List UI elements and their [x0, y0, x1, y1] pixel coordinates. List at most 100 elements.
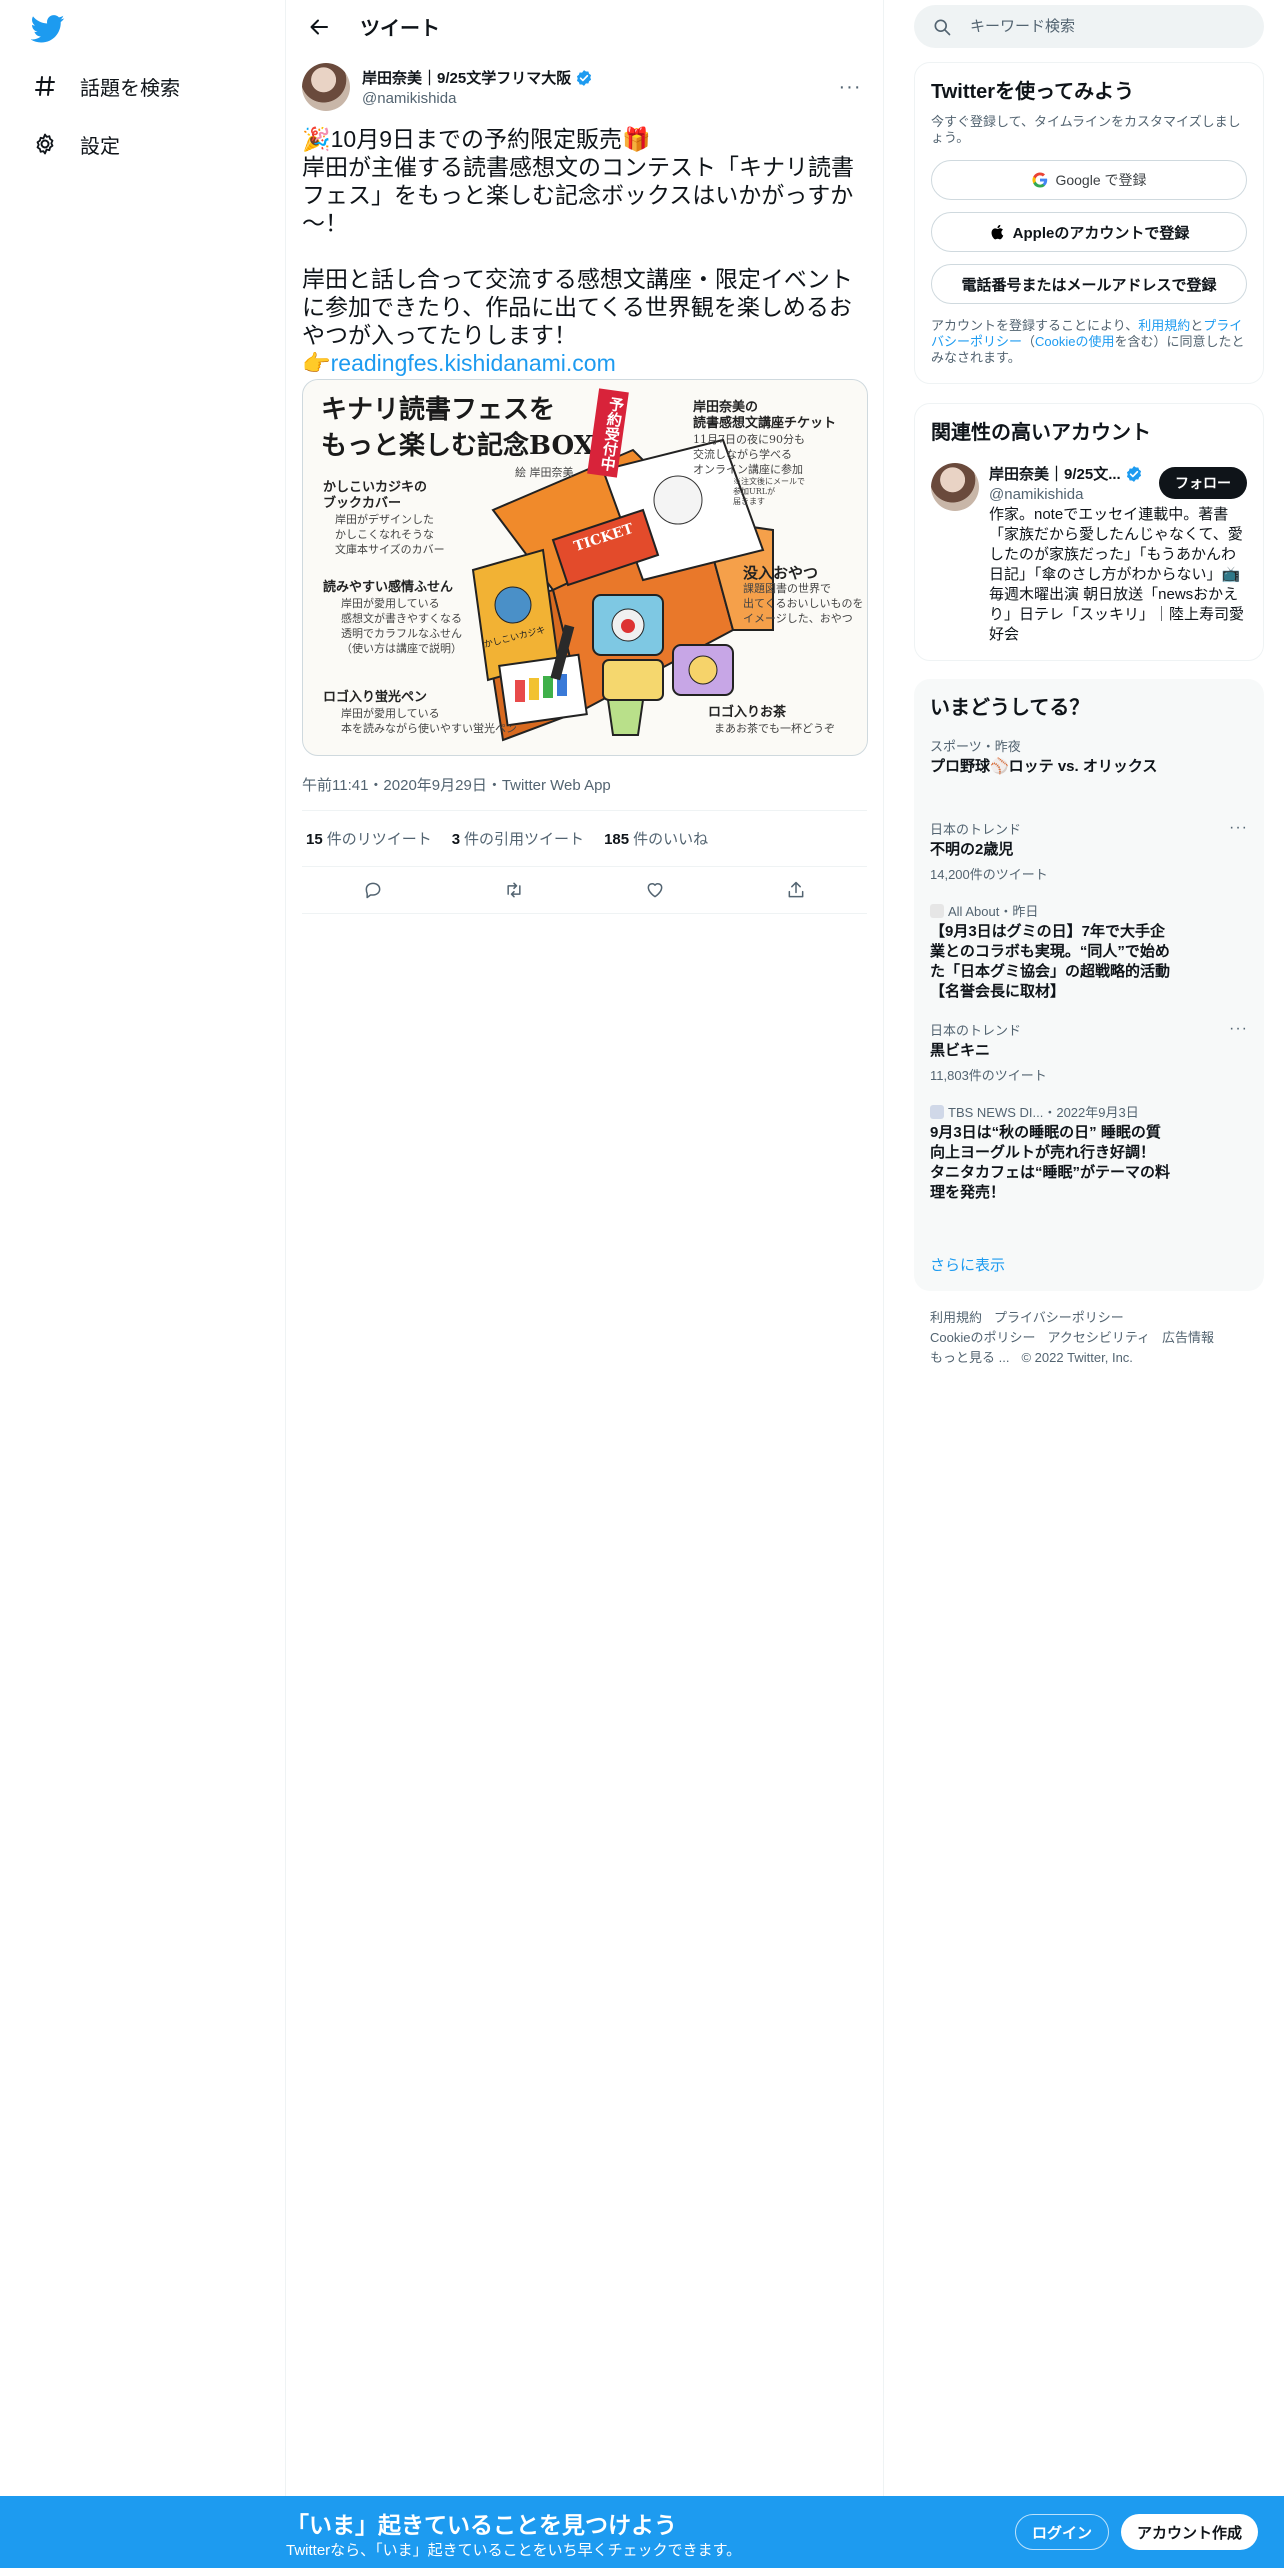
nav-explore[interactable]: 話題を検索 [20, 60, 192, 112]
cookie-link[interactable]: Cookieの使用 [1035, 334, 1114, 349]
trend-item[interactable]: 日本のトレンド 黒ビキニ 11,803件のツイート ··· [930, 1020, 1248, 1084]
media-sticky-block: 読みやすい感情ふせん 岸田が愛用している 感想文が書きやすくなる 透明でカラフル… [323, 580, 493, 656]
trend-context: スポーツ・昨夜 [930, 739, 1021, 754]
media-text: 交流しながら学べる [693, 448, 792, 461]
media-heading: 読書感想文講座チケット [693, 416, 837, 431]
back-arrow-icon [310, 19, 328, 34]
tweet-line: に参加できたり、作品に出てくる世界観を楽しめるお [302, 294, 852, 320]
media-text: 本を読みながら使いやすい蛍光ペン [341, 722, 517, 735]
trend-item[interactable]: TBS NEWS DI...・2022年9月3日 9月3日は“秋の睡眠の日” 睡… [930, 1102, 1248, 1203]
source-logo-icon [930, 1104, 944, 1119]
media-heading: 没入おやつ [743, 564, 819, 582]
media-heading: かしこいカジキの [323, 480, 428, 495]
like-count-label: 件のいいね [633, 831, 709, 848]
terms-link[interactable]: 利用規約 [1138, 318, 1190, 333]
media-text: ※注文後にメールで [733, 477, 805, 486]
media-text: 透明でカラフルなふせん [341, 627, 462, 640]
media-heading: ロゴ入り蛍光ペン [323, 690, 428, 705]
phone-email-signup-label: 電話番号またはメールアドレスで登録 [961, 276, 1217, 294]
avatar[interactable] [302, 63, 350, 111]
footer-link[interactable]: 利用規約 [930, 1310, 982, 1325]
author-handle[interactable]: @namikishida [362, 90, 833, 107]
search-box[interactable] [914, 5, 1264, 48]
footer-links: 利用規約 プライバシーポリシー Cookieのポリシー アクセシビリティ 広告情報 も… [930, 1308, 1260, 1368]
like-count[interactable]: 185 件のいいね [604, 828, 708, 849]
reply-button[interactable] [356, 873, 390, 907]
google-icon [1032, 172, 1048, 188]
create-account-button[interactable]: アカウント作成 [1121, 2514, 1259, 2550]
google-signup-button[interactable]: Google で登録 [931, 160, 1247, 200]
media-snack-block: 没入おやつ 課題図書の世界で 出てくるおいしいものを イメージした、おやつ [743, 564, 867, 626]
show-more-link[interactable]: さらに表示 [930, 1254, 1005, 1275]
trend-more-button[interactable]: ··· [1229, 819, 1248, 837]
signup-terms: アカウントを登録することにより、利用規約とプライバシーポリシー（Cookieの使… [931, 318, 1247, 366]
hashtag-icon [32, 73, 58, 99]
tweet-text: 🎉10月9日までの予約限定販売🎁 岸田が主催する読書感想文のコンテスト「キナリ読… [302, 125, 867, 377]
tweet-link[interactable]: readingfes.kishidanami.com [331, 350, 616, 376]
media-title: キナリ読書フェスを もっと楽しむ記念BOX [321, 392, 594, 464]
trend-item[interactable]: 日本のトレンド 不明の2歳児 14,200件のツイート ··· [930, 819, 1248, 883]
search-icon [934, 19, 951, 35]
retweet-count[interactable]: 15 件のリツイート [306, 828, 432, 849]
tweet-image[interactable]: キナリ読書フェスを もっと楽しむ記念BOX 絵 岸田奈美 予約受付中 岸田奈美の… [302, 379, 868, 756]
share-icon [788, 881, 804, 898]
tweet-stats: 15 件のリツイート 3 件の引用ツイート 185 件のいいね [302, 811, 867, 866]
media-cover-block: かしこいカジキの ブックカバー 岸田がデザインした かしこくなれそうな 文庫本サ… [323, 480, 473, 557]
trend-context: TBS NEWS DI...・2022年9月3日 [930, 1102, 1248, 1121]
reply-icon [365, 882, 381, 899]
login-button[interactable]: ログイン [1015, 2514, 1110, 2550]
left-nav: 話題を検索 設定 [0, 0, 286, 2568]
more-options-button[interactable]: ··· [833, 70, 867, 104]
media-heading: ブックカバー [323, 496, 402, 511]
follow-button[interactable]: フォロー [1159, 467, 1247, 499]
media-text: まあお茶でも一杯どうぞ [714, 722, 835, 735]
share-button[interactable] [779, 873, 813, 907]
phone-email-signup-button[interactable]: 電話番号またはメールアドレスで登録 [931, 264, 1247, 304]
trend-context-text: TBS NEWS DI...・2022年9月3日 [948, 1105, 1139, 1120]
media-heading: 読みやすい感情ふせん [323, 580, 454, 595]
tweet-actions [302, 867, 867, 914]
media-text: （使い方は講座で説明） [341, 642, 462, 655]
quote-count[interactable]: 3 件の引用ツイート [452, 828, 584, 849]
trend-item[interactable]: All About・昨日 【9月3日はグミの日】7年で大手企業とのコラボも実現。… [930, 901, 1248, 1002]
related-account-name[interactable]: 岸田奈美｜9/25文... [989, 463, 1121, 484]
media-text: 11月7日の夜に90分も [693, 433, 805, 446]
apple-signup-button[interactable]: Appleのアカウントで登録 [931, 212, 1247, 252]
tweet-author: 岸田奈美｜9/25文学フリマ大阪 @namikishida ··· [302, 63, 867, 111]
media-text: 岸田が愛用している [341, 707, 440, 720]
quote-count-value: 3 [451, 831, 461, 848]
trend-item[interactable]: スポーツ・昨夜 プロ野球⚾ロッテ vs. オリックス [930, 736, 1248, 777]
trend-more-button[interactable]: ··· [1229, 1020, 1248, 1038]
author-name[interactable]: 岸田奈美｜9/25文学フリマ大阪 [362, 67, 571, 88]
back-button[interactable] [302, 10, 336, 44]
footer-link[interactable]: Cookieのポリシー [930, 1330, 1035, 1345]
footer-link[interactable]: プライバシーポリシー [994, 1310, 1124, 1325]
tweet-line: 岸田が主催する読書感想文のコンテスト「キナリ読書 [302, 154, 854, 180]
media-heading: ロゴ入りお茶 [708, 705, 787, 720]
main-header: ツイート [286, 0, 883, 53]
like-button[interactable] [638, 873, 672, 907]
retweet-count-value: 15 [306, 831, 323, 848]
related-account-handle[interactable]: @namikishida [989, 486, 1143, 503]
footer-link[interactable]: もっと見る ... [930, 1350, 1009, 1365]
related-account[interactable]: 岸田奈美｜9/25文... @namikishida フォロー 作家。noteで… [931, 463, 1247, 645]
retweet-button[interactable] [497, 873, 531, 907]
tweet-timestamp[interactable]: 午前11:41・2020年9月29日・Twitter Web App [302, 774, 867, 794]
media-text: 届きます [733, 497, 765, 506]
avatar[interactable] [931, 463, 979, 511]
footer-link[interactable]: アクセシビリティ [1047, 1330, 1150, 1345]
twitter-bird-icon[interactable] [31, 15, 65, 43]
terms-text: と [1190, 318, 1204, 333]
media-text: 参加URLが [733, 487, 776, 496]
trend-title: プロ野球⚾ロッテ vs. オリックス [930, 758, 1158, 775]
tweet: 岸田奈美｜9/25文学フリマ大阪 @namikishida ··· 🎉10月9日… [286, 53, 883, 914]
search-input[interactable] [970, 18, 1230, 35]
main-column: ツイート 岸田奈美｜9/25文学フリマ大阪 @namikishida ··· 🎉… [286, 0, 884, 2568]
quote-count-label: 件の引用ツイート [464, 831, 585, 848]
page-title: ツイート [360, 18, 440, 40]
media-title-line: もっと楽しむ記念BOX [321, 431, 594, 461]
nav-settings[interactable]: 設定 [20, 118, 132, 170]
related-title: 関連性の高いアカウント [931, 422, 1151, 444]
trend-title: 9月3日は“秋の睡眠の日” 睡眠の質向上ヨーグルトが売れ行き好調！ タニタカフェ… [930, 1124, 1171, 1201]
footer-link[interactable]: 広告情報 [1162, 1330, 1214, 1345]
